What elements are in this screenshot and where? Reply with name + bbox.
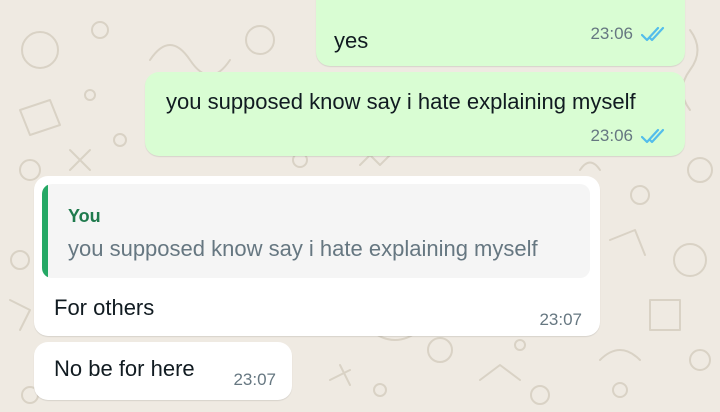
message-text: No be for here xyxy=(54,356,195,381)
message-meta: 23:07 xyxy=(539,310,582,330)
message-text: you supposed know say i hate explaining … xyxy=(166,89,636,114)
message-bubble-incoming[interactable]: No be for here 23:07 xyxy=(34,342,292,400)
message-time: 23:07 xyxy=(539,310,582,329)
quoted-author: You xyxy=(68,206,101,226)
message-meta: 23:06 xyxy=(590,126,667,146)
quoted-message[interactable]: You you supposed know say i hate explain… xyxy=(42,184,590,278)
message-time: 23:06 xyxy=(590,126,633,145)
double-check-icon xyxy=(641,128,665,144)
message-bubble-outgoing[interactable]: you supposed know say i hate explaining … xyxy=(145,72,685,156)
double-check-icon xyxy=(641,26,665,42)
message-text: For others xyxy=(54,295,155,320)
message-bubble-incoming[interactable]: You you supposed know say i hate explain… xyxy=(34,176,600,336)
message-meta: 23:06 xyxy=(590,24,667,44)
message-time: 23:06 xyxy=(590,24,633,43)
message-text: yes xyxy=(334,28,369,53)
quote-accent-bar xyxy=(42,184,48,278)
message-meta: 23:07 xyxy=(233,370,276,390)
message-bubble-outgoing[interactable]: yes 23:06 xyxy=(316,0,685,66)
quoted-text: you supposed know say i hate explaining … xyxy=(68,236,538,261)
message-time: 23:07 xyxy=(233,370,276,389)
